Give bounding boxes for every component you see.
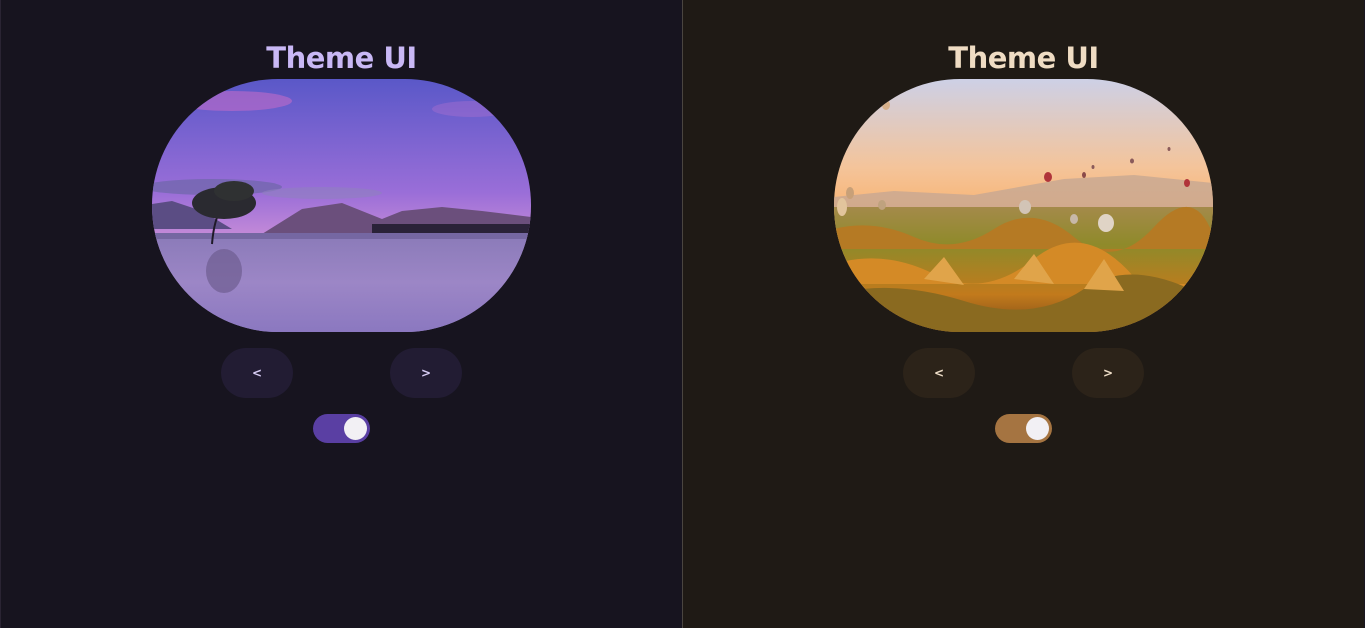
- theme-comparison: Theme UI < > Theme UI < >: [0, 0, 1365, 628]
- prev-button[interactable]: <: [221, 348, 293, 398]
- page-title: Theme UI: [948, 41, 1099, 76]
- next-button[interactable]: >: [390, 348, 462, 398]
- balloons-valley-photo: [834, 79, 1213, 332]
- carousel-image: [834, 79, 1213, 332]
- page-title: Theme UI: [266, 41, 417, 76]
- amber-theme-panel: Theme UI < >: [682, 0, 1364, 628]
- next-button[interactable]: >: [1072, 348, 1144, 398]
- prev-button[interactable]: <: [903, 348, 975, 398]
- theme-toggle[interactable]: [995, 414, 1052, 443]
- lake-tree-photo: [152, 79, 531, 332]
- theme-toggle[interactable]: [313, 414, 370, 443]
- toggle-knob: [344, 417, 367, 440]
- toggle-knob: [1026, 417, 1049, 440]
- purple-theme-panel: Theme UI < >: [0, 0, 682, 628]
- carousel-image: [152, 79, 531, 332]
